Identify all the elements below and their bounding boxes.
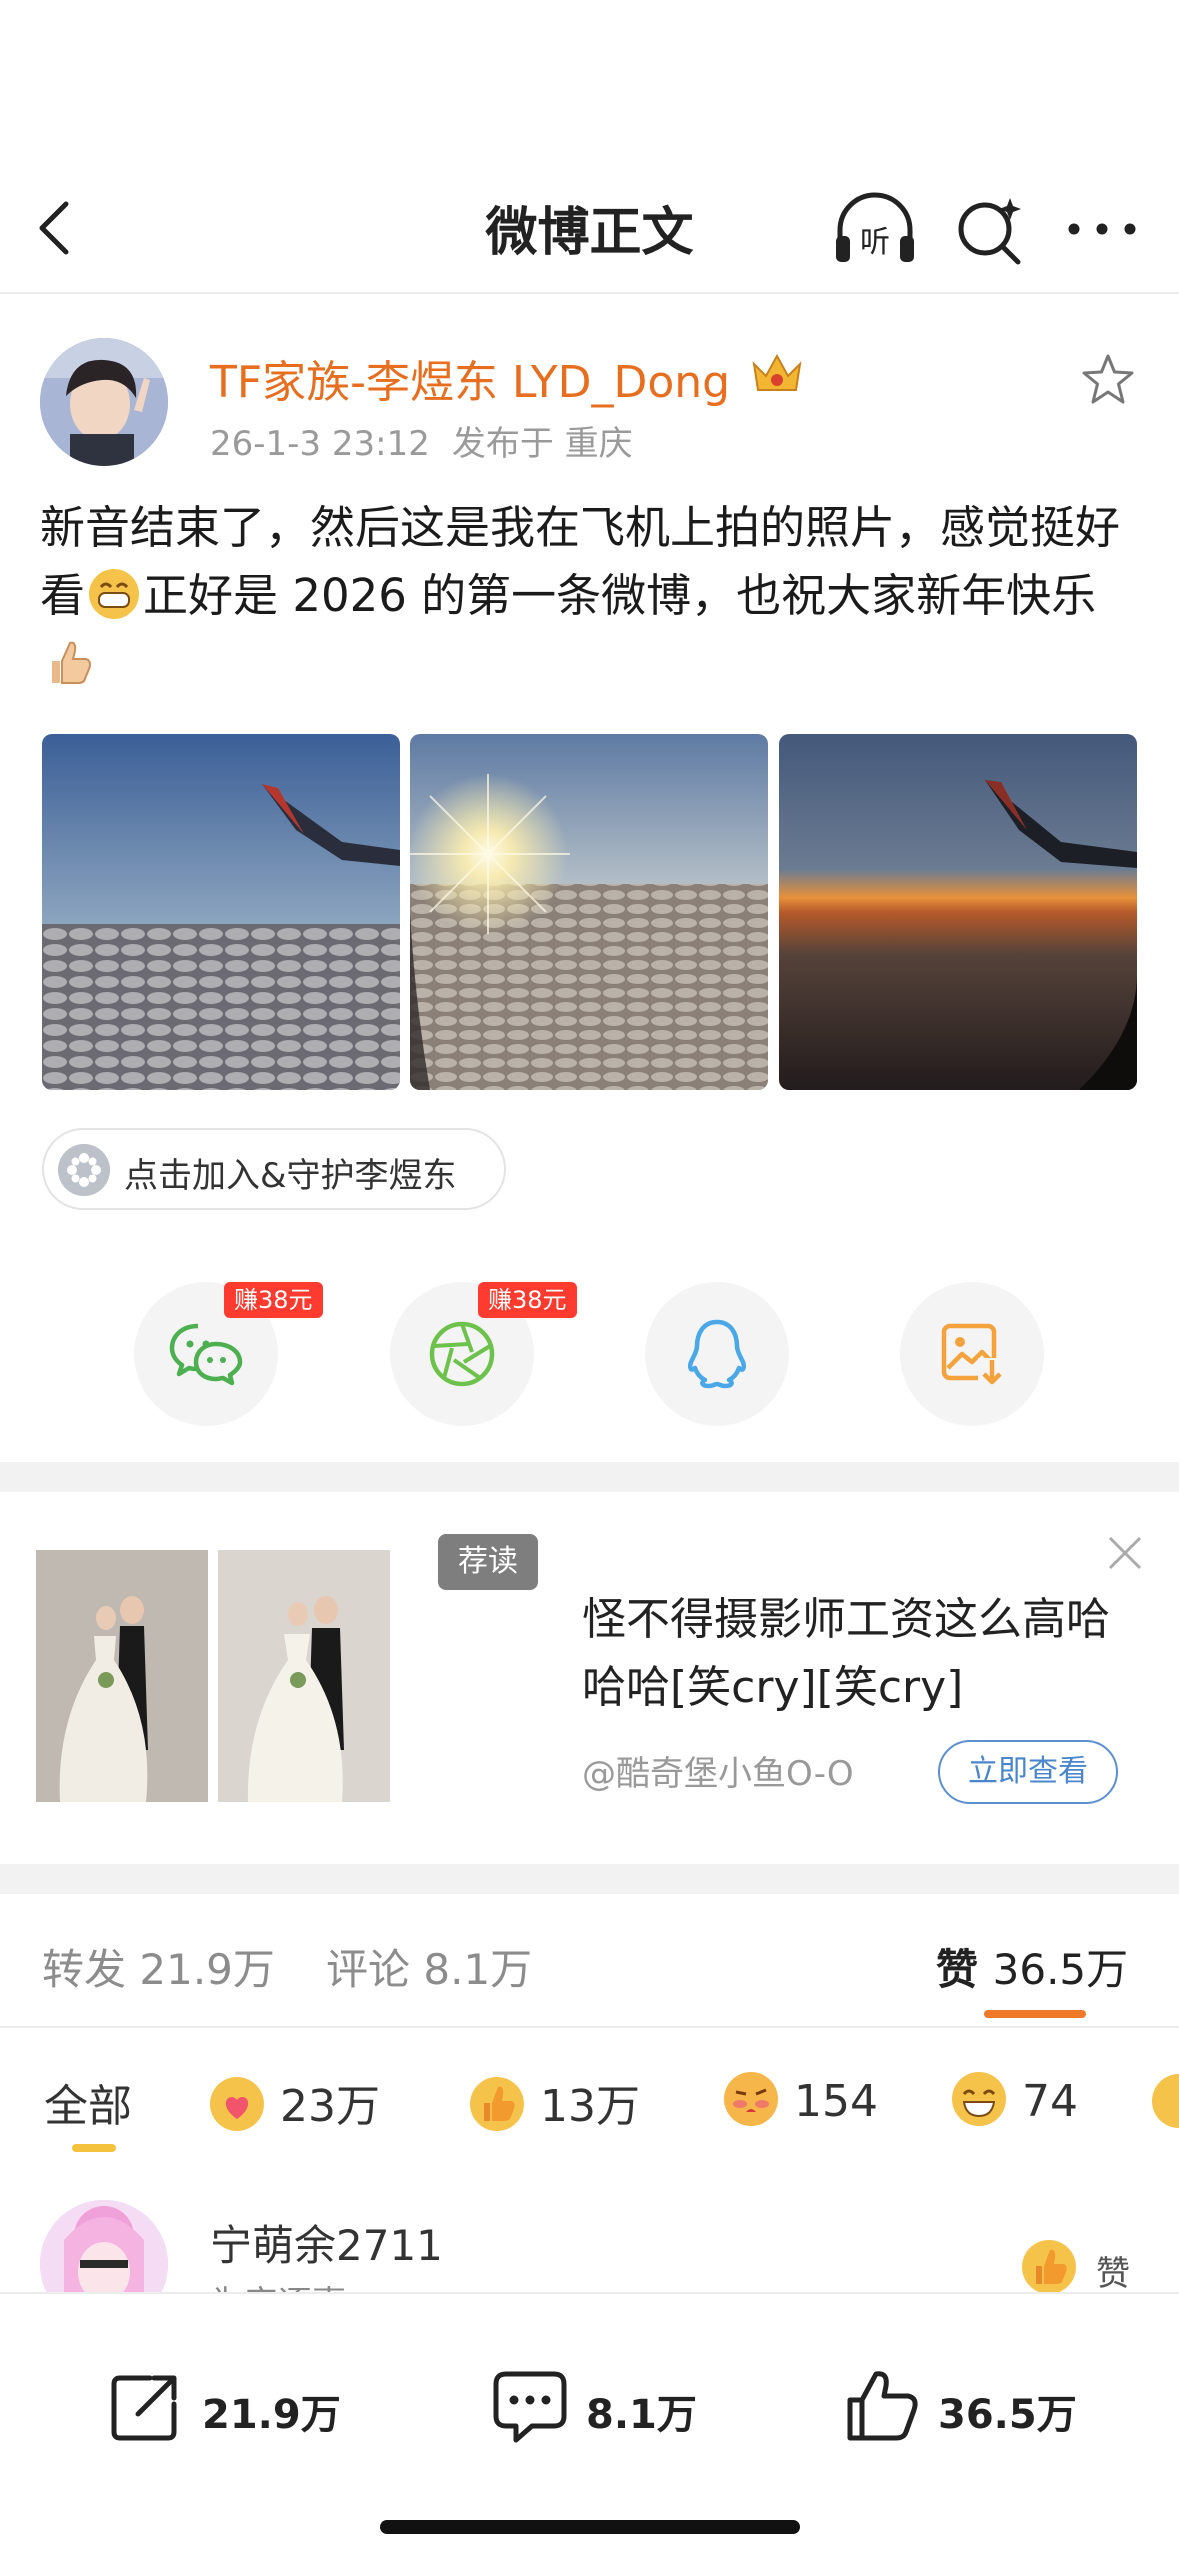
like-count: 36.5万 [992,1945,1129,1994]
author-avatar[interactable] [40,338,168,466]
top-nav: 微博正文 听 [0,160,1179,290]
comment-like-label[interactable]: 赞 [1096,2246,1130,2295]
like-badge-icon [1022,2240,1076,2294]
reaction-count: 23万 [280,2081,380,2132]
reaction-tab-grin[interactable]: 74 [950,2070,1078,2130]
reaction-count: 154 [794,2076,878,2127]
thumbs-up-icon [470,2077,524,2131]
author-name[interactable]: TF家族-李煜东 LYD_Dong [210,346,730,410]
reaction-tab-all[interactable]: 全部 [44,2070,132,2132]
section-gap [0,1462,1179,1492]
repost-icon [111,2375,177,2441]
repost-label: 转发 [42,1945,127,1994]
reaction-count: 74 [1022,2076,1078,2127]
heart-face-icon [210,2077,264,2131]
comment-icon [493,2371,567,2443]
save-image-button[interactable] [900,1282,1044,1426]
tab-likes[interactable]: 赞 36.5万 [936,1936,1128,1997]
home-indicator [380,2520,800,2534]
ad-source: @酷奇堡小鱼O-O [582,1754,854,1794]
comment-label: 评论 [326,1945,411,1994]
search-icon[interactable] [952,192,1028,268]
ad-image-1[interactable] [36,1550,208,1802]
post-location: 发布于 重庆 [451,424,633,464]
grin-face-icon [952,2072,1006,2126]
reaction-tab-indicator [72,2144,116,2152]
post-photo-1[interactable] [42,734,400,1090]
like-label: 赞 [936,1945,979,1994]
guard-label: 点击加入&守护李煜东 [124,1156,457,1196]
post-time: 26-1-3 23:12 [210,424,430,464]
ad-recommend-tag: 荐读 [438,1534,538,1590]
moments-icon [429,1321,495,1387]
post-photo-3[interactable] [779,734,1137,1090]
section-gap [0,1864,1179,1894]
like-icon [847,2371,918,2441]
comment-button[interactable]: 8.1万 [490,2366,720,2446]
nav-divider [0,292,1179,294]
tab-comments[interactable]: 评论 8.1万 [326,1936,532,1997]
favorite-star-icon[interactable] [1080,352,1136,408]
like-count: 36.5万 [938,2392,1077,2438]
reaction-more-icon [1152,2074,1179,2128]
thumbs-up-emoji-icon [52,641,91,684]
kiss-face-icon [724,2072,778,2126]
post-text-part2: 正好是 2026 的第一条微博，也祝大家新年快乐 [143,569,1097,622]
ad-view-button[interactable]: 立即查看 [938,1740,1118,1804]
tab-reposts[interactable]: 转发 21.9万 [42,1936,275,1997]
grin-emoji-icon [89,569,140,619]
like-button[interactable]: 36.5万 [842,2366,1102,2446]
svg-text:听: 听 [860,225,890,260]
close-icon[interactable] [1102,1530,1148,1576]
reaction-tab-kiss[interactable]: 154 [722,2070,878,2130]
post-meta: 26-1-3 23:12 发布于 重庆 [210,416,655,465]
listen-icon[interactable]: 听 [832,192,918,268]
reaction-tab-like[interactable]: 13万 [468,2070,640,2132]
repost-count: 21.9万 [202,2392,341,2438]
earn-badge-wechat: 赚38元 [224,1282,323,1318]
qq-icon [687,1319,747,1389]
comment-count: 8.1万 [586,2392,697,2438]
ad-image-2[interactable] [218,1550,390,1802]
stats-divider [0,2026,1179,2028]
wechat-icon [169,1323,243,1386]
crown-badge-icon [752,353,802,391]
active-tab-indicator [984,2010,1086,2018]
post-photo-2[interactable] [410,734,768,1090]
commenter-name[interactable]: 宁萌余2711 [210,2212,443,2273]
repost-count: 21.9万 [139,1945,275,1994]
ad-title[interactable]: 怪不得摄影师工资这么高哈哈哈[笑cry][笑cry] [582,1586,1142,1722]
comment-count: 8.1万 [423,1945,533,1994]
reaction-tab-heart[interactable]: 23万 [208,2070,380,2132]
post-text: 新音结束了，然后这是我在飞机上拍的照片，感觉挺好看 正好是 2026 的第一条微博… [40,494,1150,698]
flower-icon [58,1144,110,1196]
earn-badge-moments: 赚38元 [478,1282,577,1318]
reaction-count: 13万 [540,2081,640,2132]
save-image-icon [941,1323,1006,1388]
repost-button[interactable]: 21.9万 [106,2366,366,2446]
share-qq-button[interactable] [645,1282,789,1426]
more-icon[interactable] [1064,204,1140,254]
join-guard-chip[interactable]: 点击加入&守护李煜东 [42,1128,506,1210]
bottom-action-bar: 21.9万 8.1万 36.5万 [0,2292,1179,2556]
